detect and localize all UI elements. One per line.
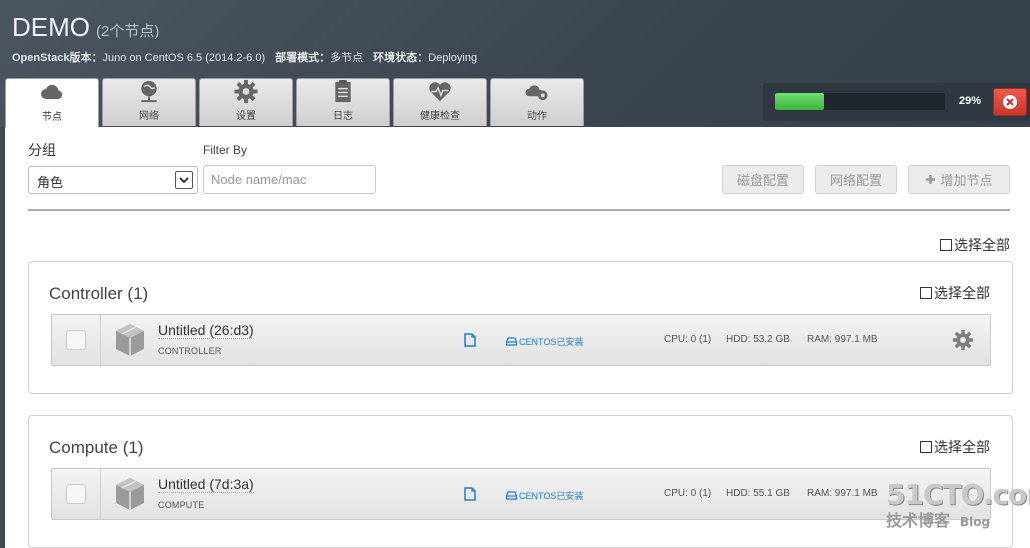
tab-label: 节点 <box>42 112 62 123</box>
network-icon <box>141 80 157 103</box>
environment-status-label: 环境状态： <box>373 52 429 64</box>
progress-percent: 29% <box>959 95 982 107</box>
checkbox-icon <box>940 239 952 251</box>
tab-label: 日志 <box>333 111 353 122</box>
node-group-controller: Controller (1) 选择全部 Untitled (26:d3) CON… <box>28 261 1013 394</box>
node-count: (2个节点) <box>96 23 160 40</box>
tab-nodes[interactable]: 节点 <box>5 78 99 127</box>
node-status-text: CENTOS已安装 <box>519 337 584 347</box>
watermark-sub-text: 技术博客 <box>886 511 951 530</box>
node-role: CONTROLLER <box>158 346 222 356</box>
filter-input[interactable] <box>203 165 376 194</box>
environment-header: DEMO (2个节点) OpenStack版本：Juno on CentOS 6… <box>0 0 1030 127</box>
tab-health-check[interactable]: 健康检查 <box>393 78 487 126</box>
stop-deployment-button[interactable] <box>993 88 1027 116</box>
cloud-gear-icon <box>525 85 548 101</box>
node-status-text: CENTOS已安装 <box>519 491 584 501</box>
server-box-icon <box>116 324 144 356</box>
group-title: Compute (1) <box>49 438 144 457</box>
checkbox-icon <box>920 441 932 453</box>
node-status: CENTOS已安装 <box>506 335 583 348</box>
disk-config-button[interactable]: 磁盘配置 <box>722 165 804 194</box>
node-cpu: CPU: 0 (1) <box>664 334 712 345</box>
gear-icon[interactable] <box>952 329 974 351</box>
drive-icon <box>506 337 517 346</box>
chevron-down-icon <box>175 171 193 189</box>
watermark: 51CTO.com 技术博客Blog <box>886 478 1030 534</box>
group-by-value: 角色 <box>37 175 64 190</box>
environment-meta: OpenStack版本：Juno on CentOS 6.5 (2014.2-6… <box>12 49 477 65</box>
clipboard-icon <box>335 79 351 103</box>
node-row[interactable]: Untitled (26:d3) CONTROLLER CENTOS已安装 CP… <box>51 314 991 366</box>
environment-status-value: Deploying <box>428 52 478 64</box>
tab-label: 健康检查 <box>420 111 460 122</box>
drive-icon <box>506 491 517 500</box>
deployment-mode-value: 多节点 <box>330 52 364 64</box>
group-by-select[interactable]: 角色 <box>28 166 198 194</box>
node-status: CENTOS已安装 <box>506 489 583 502</box>
checkbox-icon <box>920 287 932 299</box>
node-hdd: HDD: 55.1 GB <box>726 488 790 499</box>
network-config-button[interactable]: 网络配置 <box>815 165 897 194</box>
node-role: COMPUTE <box>158 500 205 510</box>
divider <box>28 209 1010 211</box>
deployment-mode-label: 部署模式： <box>275 52 331 64</box>
select-all-label: 选择全部 <box>934 285 990 301</box>
select-all-label: 选择全部 <box>934 439 990 455</box>
node-cpu: CPU: 0 (1) <box>664 488 712 499</box>
progress-fill <box>775 93 825 110</box>
node-checkbox[interactable] <box>66 330 86 350</box>
group-by-label: 分组 <box>28 142 56 158</box>
watermark-blog: Blog <box>960 515 991 529</box>
node-ram: RAM: 997.1 MB <box>807 334 878 345</box>
openstack-release-label: OpenStack版本： <box>12 52 103 64</box>
node-row[interactable]: Untitled (7d:3a) COMPUTE CENTOS已安装 CPU: … <box>51 468 991 520</box>
plus-icon <box>926 175 936 184</box>
node-name[interactable]: Untitled (7d:3a) <box>158 476 254 493</box>
tab-label: 设置 <box>236 111 256 122</box>
add-nodes-label: 增加节点 <box>940 173 993 188</box>
node-hdd: HDD: 53.2 GB <box>726 334 790 345</box>
close-circle-icon <box>1003 95 1017 109</box>
tab-logs[interactable]: 日志 <box>296 78 390 126</box>
group-title: Controller (1) <box>49 284 149 303</box>
tab-label: 动作 <box>527 111 547 122</box>
file-icon[interactable] <box>464 487 476 501</box>
add-nodes-button[interactable]: 增加节点 <box>908 165 1010 194</box>
node-name[interactable]: Untitled (26:d3) <box>158 322 254 339</box>
tab-bar: 节点 网络 设置 日志 健康检查 动作 <box>5 78 587 127</box>
environment-name: DEMO <box>12 12 90 42</box>
gear-icon <box>234 79 258 104</box>
deployment-progress: 29% <box>763 83 1030 121</box>
heart-pulse-icon <box>429 82 451 102</box>
tab-settings[interactable]: 设置 <box>199 78 293 126</box>
nodes-panel: 分组 角色 Filter By 磁盘配置 网络配置 增加节点 选择全部 Cont… <box>5 127 1030 548</box>
tab-label: 网络 <box>139 111 159 122</box>
select-all-label: 选择全部 <box>954 237 1010 253</box>
node-group-compute: Compute (1) 选择全部 Untitled (7d:3a) COMPUT… <box>28 415 1013 548</box>
progress-bar <box>775 93 945 110</box>
file-icon[interactable] <box>464 333 476 347</box>
cloud-icon <box>41 84 63 99</box>
select-all-checkbox[interactable]: 选择全部 <box>940 235 1010 255</box>
openstack-release-value: Juno on CentOS 6.5 (2014.2-6.0) <box>102 52 266 64</box>
group-select-all-checkbox[interactable]: 选择全部 <box>920 283 990 303</box>
tab-actions[interactable]: 动作 <box>490 78 584 126</box>
node-checkbox[interactable] <box>66 484 86 504</box>
group-select-all-checkbox[interactable]: 选择全部 <box>920 437 990 457</box>
divider <box>100 315 101 365</box>
tab-network[interactable]: 网络 <box>102 78 196 126</box>
server-box-icon <box>116 478 144 510</box>
divider <box>100 469 101 519</box>
node-ram: RAM: 997.1 MB <box>807 488 878 499</box>
filter-label: Filter By <box>203 143 248 157</box>
